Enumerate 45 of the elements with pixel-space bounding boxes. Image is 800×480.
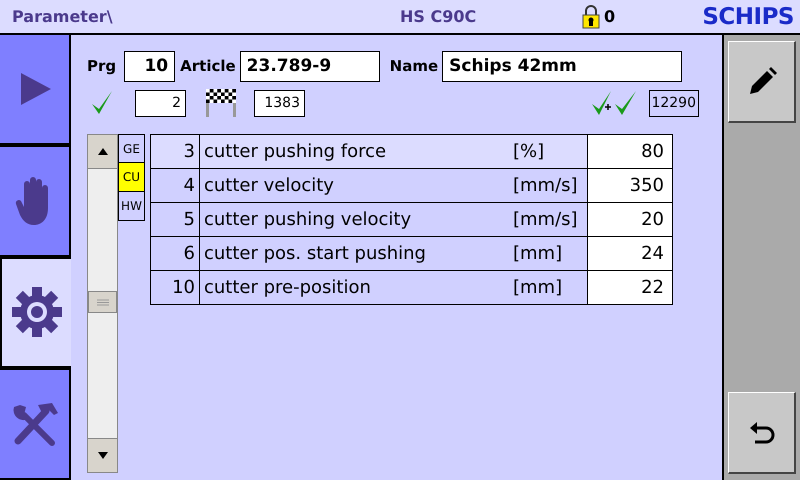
return-icon: [748, 422, 774, 444]
field-label: Name: [390, 57, 438, 75]
settings-icon: [10, 286, 62, 338]
section-tab[interactable]: CU: [118, 163, 145, 192]
parameter-name[interactable]: cutter pushing force: [200, 134, 509, 168]
section-tab[interactable]: GE: [118, 134, 145, 163]
screen-title: Parameter\: [11, 7, 114, 26]
access-level: 0: [604, 7, 616, 26]
nav-tab[interactable]: [0, 144, 71, 256]
parameter-value[interactable]: 24: [588, 236, 672, 270]
double-checkmark-icon: [591, 89, 637, 117]
down-arrow-icon: [98, 452, 108, 459]
padlock-icon: [582, 4, 600, 28]
parameter-unit: [%]: [509, 134, 588, 168]
scroll-up-button[interactable]: [88, 135, 117, 169]
scroll-down-button[interactable]: [88, 438, 117, 472]
checkmark-icon: [91, 90, 113, 116]
program-field[interactable]: 10: [124, 50, 176, 82]
parameter-value[interactable]: 80: [588, 134, 672, 168]
counter-field: 12290: [649, 90, 699, 116]
parameter-number: 10: [150, 270, 200, 304]
edit-button[interactable]: [728, 41, 796, 123]
field-label: Article: [180, 57, 236, 75]
nav-tab[interactable]: [0, 368, 71, 480]
name-field[interactable]: Schips 42mm: [442, 50, 682, 82]
counter-field: 2: [135, 90, 186, 116]
counter-field: 1383: [254, 90, 305, 116]
parameter-number: 6: [150, 236, 200, 270]
company-logo: SCHIPS: [701, 4, 795, 30]
field-label: Prg: [87, 57, 116, 75]
nav-tab[interactable]: [0, 33, 71, 145]
nav-tab[interactable]: [0, 256, 71, 368]
parameter-value[interactable]: 350: [588, 168, 672, 202]
section-tab[interactable]: HW: [118, 192, 145, 221]
parameter-value[interactable]: 22: [588, 270, 672, 304]
finish-flag-icon: [206, 89, 236, 117]
up-arrow-icon: [98, 148, 108, 155]
scroll-thumb[interactable]: [88, 291, 117, 313]
back-button[interactable]: [728, 392, 796, 474]
machine-name: HS C90C: [400, 7, 478, 26]
parameter-number: 4: [150, 168, 200, 202]
parameter-number: 5: [150, 202, 200, 236]
parameter-value[interactable]: 20: [588, 202, 672, 236]
parameter-number: 3: [150, 134, 200, 168]
article-field[interactable]: 23.789-9: [240, 50, 380, 82]
